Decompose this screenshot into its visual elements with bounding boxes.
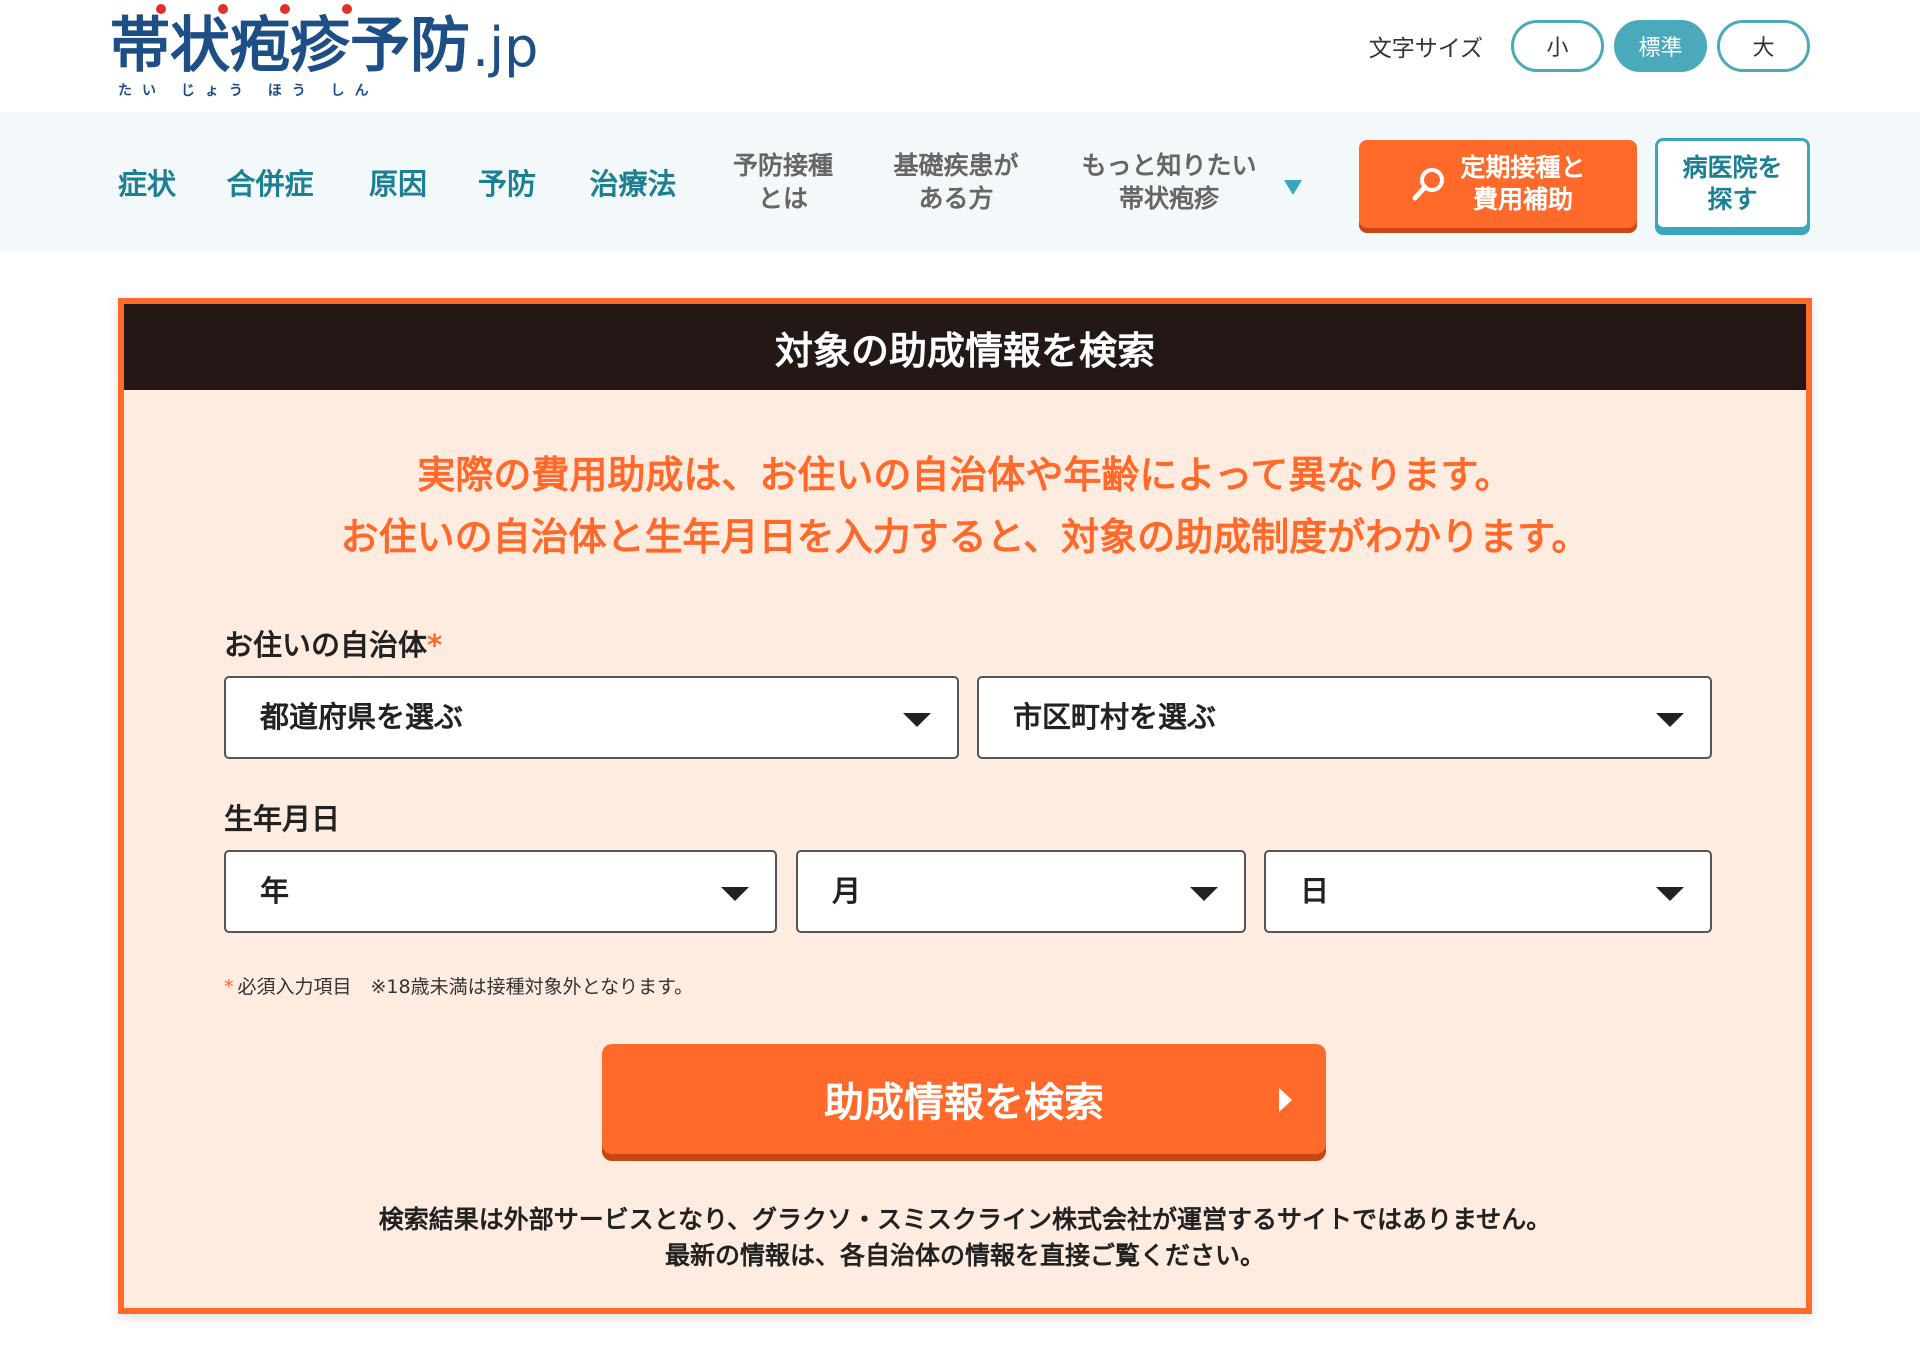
panel-intro: 実際の費用助成は、お住いの自治体や年齢によって異なります。 お住いの自治体と生年… (124, 444, 1806, 568)
required-mark: * (427, 628, 443, 662)
intro-line-2: お住いの自治体と生年月日を入力すると、対象の助成制度がわかります。 (340, 515, 1590, 559)
find-hospital-button[interactable]: 病医院を 探す (1655, 138, 1810, 230)
nav-item-label: 症状 (117, 167, 176, 201)
required-mark: * (224, 976, 234, 998)
logo-text: 帯状疱疹予防 (110, 11, 470, 81)
logo-dots (110, 4, 538, 14)
logo-dot (156, 4, 166, 14)
font-size-switcher: 文字サイズ 小 標準 大 (1369, 20, 1810, 72)
nav-item-vaccination[interactable]: 予防接種 とは (718, 112, 848, 252)
nav-item-label: 基礎疾患が ある方 (893, 151, 1019, 213)
nav-item-treatment[interactable]: 治療法 (584, 112, 682, 252)
search-subsidy-button[interactable]: 助成情報を検索 (602, 1044, 1326, 1154)
font-size-small-button[interactable]: 小 (1511, 20, 1604, 72)
font-size-standard-button[interactable]: 標準 (1614, 20, 1707, 72)
city-select[interactable]: 市区町村を選ぶ (977, 676, 1712, 759)
chevron-right-icon (1279, 1088, 1292, 1112)
nav-item-label: 予防接種 とは (732, 151, 833, 213)
chevron-down-icon (1190, 887, 1218, 901)
font-size-label: 文字サイズ (1368, 36, 1483, 62)
city-select-value: 市区町村を選ぶ (1013, 700, 1217, 734)
font-size-large-button[interactable]: 大 (1717, 20, 1810, 72)
logo-dot (280, 4, 290, 14)
nav-item-prevention[interactable]: 予防 (474, 112, 540, 252)
disclaimer-line-2: 最新の情報は、各自治体の情報を直接ご覧ください。 (664, 1241, 1265, 1270)
chevron-down-icon (1656, 713, 1684, 727)
nav-item-label: 予防 (477, 167, 536, 201)
nav-item-symptoms[interactable]: 症状 (110, 112, 184, 252)
nav-item-label: 治療法 (589, 167, 677, 201)
nav-item-underlying-conditions[interactable]: 基礎疾患が ある方 (876, 112, 1036, 252)
chevron-down-icon (721, 887, 749, 901)
search-icon (1412, 168, 1445, 201)
logo-dot (218, 4, 228, 14)
subsidy-cta-label: 定期接種と 費用補助 (1460, 153, 1586, 214)
subsidy-search-panel: 対象の助成情報を検索 実際の費用助成は、お住いの自治体や年齢によって異なります。… (118, 298, 1812, 1314)
logo-dot (342, 4, 352, 14)
form-note: * 必須入力項目 ※18歳未満は接種対象外となります。 (224, 972, 693, 999)
logo-ruby: たい じょう ほう しん (118, 83, 379, 99)
prefecture-select[interactable]: 都道府県を選ぶ (224, 676, 959, 759)
panel-title: 対象の助成情報を検索 (774, 328, 1155, 373)
search-subsidy-button-label: 助成情報を検索 (824, 1080, 1104, 1126)
birth-year-value: 年 (260, 874, 290, 908)
birth-day-value: 日 (1300, 874, 1330, 908)
disclaimer: 検索結果は外部サービスとなり、グラクソ・スミスクライン株式会社が運営するサイトで… (124, 1202, 1806, 1274)
birth-month-value: 月 (832, 874, 862, 908)
birthdate-label: 生年月日 (224, 802, 341, 836)
site-logo[interactable]: 帯状疱疹予防 .jp たい じょう ほう しん (110, 4, 538, 104)
municipality-label: お住いの自治体* (224, 622, 442, 664)
nav-item-causes[interactable]: 原因 (364, 112, 432, 252)
intro-line-1: 実際の費用助成は、お住いの自治体や年齢によって異なります。 (417, 453, 1513, 497)
chevron-down-icon (1656, 887, 1684, 901)
prefecture-select-value: 都道府県を選ぶ (260, 700, 464, 734)
nav-item-label: もっと知りたい 帯状疱疹 (1081, 151, 1257, 213)
site-header: 帯状疱疹予防 .jp たい じょう ほう しん 文字サイズ 小 標準 大 (0, 0, 1920, 112)
nav-item-complications[interactable]: 合併症 (222, 112, 318, 252)
birth-day-select[interactable]: 日 (1264, 850, 1712, 933)
find-hospital-label: 病医院を 探す (1682, 153, 1783, 214)
chevron-down-icon (903, 713, 931, 727)
municipality-label-text: お住いの自治体 (224, 628, 428, 662)
disclaimer-line-1: 検索結果は外部サービスとなり、グラクソ・スミスクライン株式会社が運営するサイトで… (378, 1205, 1552, 1234)
subsidy-cta-button[interactable]: 定期接種と 費用補助 (1359, 140, 1637, 228)
nav-item-label: 原因 (368, 167, 427, 201)
nav-item-label: 合併症 (226, 167, 314, 201)
logo-suffix: .jp (472, 16, 539, 79)
form-note-text: 必須入力項目 ※18歳未満は接種対象外となります。 (237, 976, 694, 998)
birth-year-select[interactable]: 年 (224, 850, 777, 933)
panel-header: 対象の助成情報を検索 (124, 304, 1806, 390)
nav-item-more-info[interactable]: もっと知りたい 帯状疱疹 (1064, 112, 1274, 252)
triangle-down-icon[interactable] (1284, 180, 1302, 195)
birth-month-select[interactable]: 月 (796, 850, 1246, 933)
